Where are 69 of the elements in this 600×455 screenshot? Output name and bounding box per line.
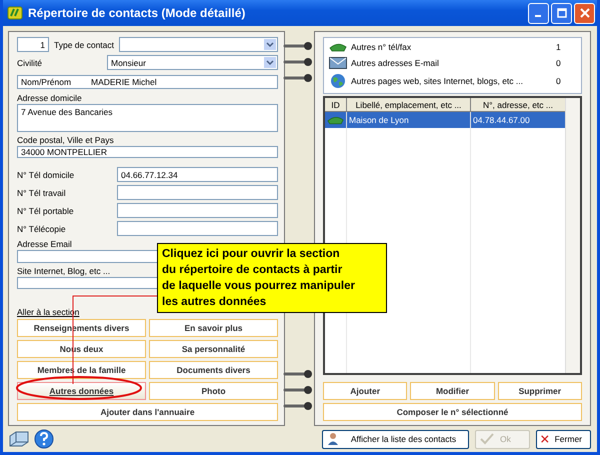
close-icon <box>541 433 549 445</box>
field-label: N° Tél portable <box>17 206 75 216</box>
person-icon <box>327 432 341 446</box>
footer-button[interactable]: Afficher la liste des contacts <box>322 430 469 448</box>
dropdown-arrow-icon[interactable] <box>264 57 276 68</box>
callout-text: du répertoire de contacts à partir <box>162 263 344 278</box>
binder-ring-icon <box>283 369 313 379</box>
action-button[interactable]: Ajouter <box>323 382 408 400</box>
phone-field[interactable]: 04.66.77.12.34 <box>117 167 278 182</box>
summary-count: 1 <box>556 42 562 52</box>
compose-button[interactable]: Composer le n° sélectionné <box>323 403 582 421</box>
summary-count: 0 <box>556 58 562 68</box>
section-button[interactable]: En savoir plus <box>149 319 278 338</box>
scrollbar[interactable] <box>565 98 580 373</box>
add-to-directory-button[interactable]: Ajouter dans l'annuaire <box>17 403 278 422</box>
phone-field[interactable] <box>117 221 278 236</box>
app-icon <box>7 6 23 20</box>
section-button[interactable]: Sa personnalité <box>149 340 278 358</box>
action-button[interactable]: Supprimer <box>498 382 582 400</box>
maximize-button[interactable] <box>551 2 572 24</box>
phone-field[interactable] <box>117 185 278 200</box>
close-button[interactable] <box>574 2 595 24</box>
section-button[interactable]: Photo <box>149 382 278 400</box>
binder-ring-icon <box>283 41 313 51</box>
checkmark-icon <box>480 433 494 445</box>
field-label: Adresse Email <box>17 239 72 250</box>
field-label: N° Télécopie <box>17 224 67 234</box>
minimize-button[interactable] <box>528 2 549 24</box>
field-label: Type de contact <box>54 40 114 50</box>
field-label: Nom/Prénom <box>21 76 72 87</box>
summary-label: Autres adresses E-mail <box>351 58 440 68</box>
phone-icon <box>329 42 347 52</box>
number-field[interactable]: 1 <box>17 37 49 52</box>
action-button[interactable]: Modifier <box>410 382 495 400</box>
globe-icon <box>330 73 346 89</box>
envelope-icon <box>329 56 347 68</box>
dropdown-arrow-icon[interactable] <box>264 39 276 50</box>
binder-ring-icon <box>283 57 313 67</box>
summary-label: Autres pages web, sites Internet, blogs, etc ... <box>351 76 524 86</box>
phone-field[interactable] <box>117 203 278 218</box>
callout-text: de laquelle vous pourrez manipuler <box>162 279 356 294</box>
phone-icon <box>327 115 344 125</box>
binder-ring-icon <box>283 73 313 83</box>
summary-count: 0 <box>556 76 562 86</box>
binder-ring-icon <box>283 385 313 395</box>
binder-ring-icon <box>283 401 313 411</box>
table-row[interactable]: Maison de Lyon 04.78.44.67.00 <box>325 112 566 128</box>
address-field[interactable]: 7 Avenue des Bancaries <box>17 104 278 132</box>
table-cell: Maison de Lyon <box>347 112 471 128</box>
civility-dropdown[interactable]: Monsieur <box>107 55 278 70</box>
close-icon <box>580 8 590 18</box>
window-title: Répertoire de contacts (Mode détaillé) <box>28 6 246 20</box>
postal-field[interactable]: 34000 MONTPELLIER <box>17 146 278 158</box>
name-value: MADERIE Michel <box>91 76 157 87</box>
field-label: Site Internet, Blog, etc ... <box>17 266 110 276</box>
field-label: Civilité <box>17 58 44 68</box>
footer-button[interactable]: Fermer <box>536 430 591 448</box>
help-icon[interactable] <box>34 429 54 449</box>
maximize-icon <box>556 8 566 18</box>
contact-type-dropdown[interactable] <box>119 37 278 52</box>
field-label: Code postal, Ville et Pays <box>17 135 114 146</box>
field-label: Adresse domicile <box>17 92 82 103</box>
callout-text: Cliquez ici pour ouvrir la section <box>162 247 341 262</box>
field-label: N° Tél domicile <box>17 170 76 180</box>
section-button[interactable]: Documents divers <box>149 361 278 380</box>
field-label: N° Tél travail <box>17 188 67 198</box>
cube-icon[interactable] <box>8 430 30 448</box>
callout-text: les autres données <box>162 295 268 310</box>
summary-label: Autres n° tél/fax <box>351 42 412 52</box>
